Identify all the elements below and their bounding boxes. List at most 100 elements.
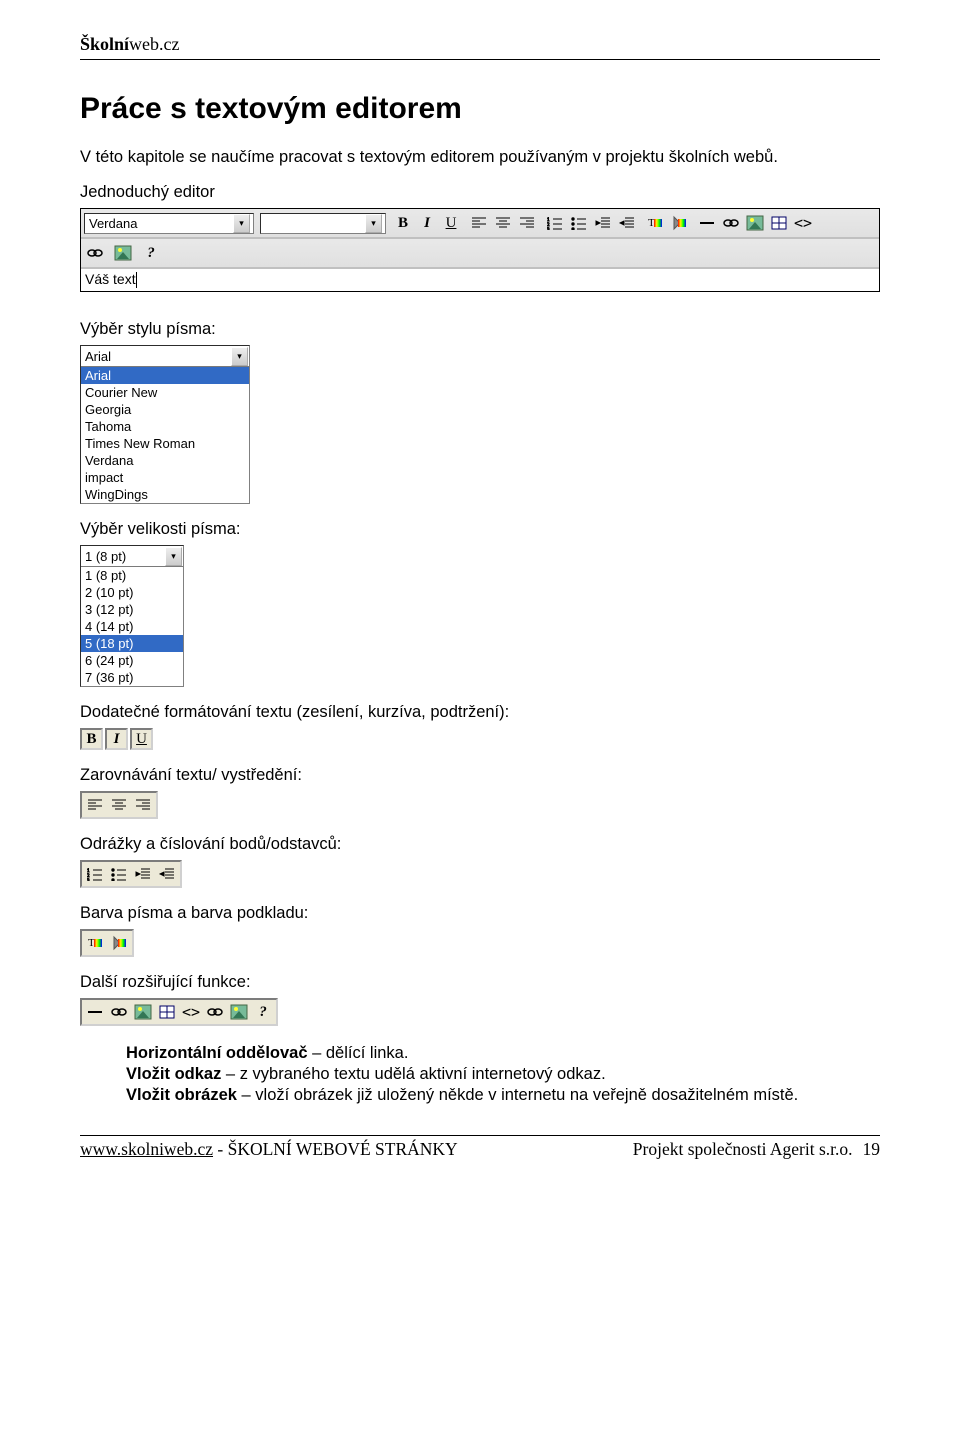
font-option[interactable]: Arial [81, 367, 249, 384]
function-row: Vložit obrázek – vloží obrázek již ulože… [126, 1086, 880, 1105]
source-icon[interactable]: <> [180, 1001, 202, 1023]
font-size-options: 1 (8 pt)2 (10 pt)3 (12 pt)4 (14 pt)5 (18… [81, 567, 183, 686]
size-option[interactable]: 7 (36 pt) [81, 669, 183, 686]
section-simple-editor: Jednoduchý editor [80, 183, 880, 202]
outdent-icon[interactable] [592, 212, 614, 234]
font-size-dropdown-open[interactable]: 1 (8 pt) ▾ 1 (8 pt)2 (10 pt)3 (12 pt)4 (… [80, 545, 184, 687]
svg-text:3: 3 [547, 228, 550, 230]
font-option[interactable]: Tahoma [81, 418, 249, 435]
italic-button[interactable]: I [105, 728, 128, 750]
link-icon[interactable] [108, 1001, 130, 1023]
font-size-select[interactable]: ▾ [260, 213, 386, 234]
align-center-icon[interactable] [108, 794, 130, 816]
table-icon[interactable] [768, 212, 790, 234]
font-color-icon[interactable]: T [84, 932, 106, 954]
underline-button[interactable]: U [440, 212, 462, 234]
bg-color-icon[interactable] [108, 932, 130, 954]
chevron-down-icon[interactable]: ▾ [233, 214, 250, 233]
image-icon[interactable] [744, 212, 766, 234]
align-center-icon[interactable] [492, 212, 514, 234]
underline-button[interactable]: U [130, 728, 153, 750]
image-icon[interactable] [132, 1001, 154, 1023]
text-caret [136, 272, 137, 288]
ordered-list-icon[interactable]: 123 [544, 212, 566, 234]
font-option[interactable]: impact [81, 469, 249, 486]
svg-text:T: T [648, 217, 655, 229]
align-left-icon[interactable] [84, 794, 106, 816]
align-right-icon[interactable] [516, 212, 538, 234]
size-option[interactable]: 2 (10 pt) [81, 584, 183, 601]
size-option[interactable]: 3 (12 pt) [81, 601, 183, 618]
bold-button[interactable]: B [392, 212, 414, 234]
page-number: 19 [863, 1139, 881, 1160]
font-option[interactable]: Times New Roman [81, 435, 249, 452]
image-icon[interactable] [112, 242, 134, 264]
footer-url[interactable]: www.skolniweb.cz [80, 1139, 213, 1159]
editor-toolbar: Verdana ▾ ▾ B I U 123 [80, 208, 880, 292]
footer-mid: - ŠKOLNÍ WEBOVÉ STRÁNKY [213, 1139, 458, 1159]
font-option[interactable]: Georgia [81, 401, 249, 418]
align-left-icon[interactable] [468, 212, 490, 234]
footer-right: Projekt společnosti Agerit s.r.o. [633, 1139, 853, 1160]
link-icon[interactable] [204, 1001, 226, 1023]
function-name: Vložit obrázek [126, 1086, 237, 1104]
unordered-list-icon[interactable] [108, 863, 130, 885]
function-descriptions: Horizontální oddělovač – dělící linka. Vl… [126, 1044, 880, 1105]
hr-icon[interactable] [84, 1001, 106, 1023]
function-row: Horizontální oddělovač – dělící linka. [126, 1044, 880, 1063]
font-style-dropdown-open[interactable]: Arial ▾ ArialCourier NewGeorgiaTahomaTim… [80, 345, 250, 504]
page-footer: www.skolniweb.cz - ŠKOLNÍ WEBOVÉ STRÁNKY… [80, 1139, 880, 1160]
font-option[interactable]: WingDings [81, 486, 249, 503]
size-option[interactable]: 5 (18 pt) [81, 635, 183, 652]
outdent-icon[interactable] [132, 863, 154, 885]
italic-button[interactable]: I [416, 212, 438, 234]
size-option[interactable]: 1 (8 pt) [81, 567, 183, 584]
font-style-options: ArialCourier NewGeorgiaTahomaTimes New R… [81, 367, 249, 503]
section-more: Další rozšiřující funkce: [80, 973, 880, 992]
chevron-down-icon[interactable]: ▾ [365, 214, 382, 233]
hr-icon[interactable] [696, 212, 718, 234]
section-font-size: Výběr velikosti písma: [80, 520, 880, 539]
font-option[interactable]: Verdana [81, 452, 249, 469]
table-icon[interactable] [156, 1001, 178, 1023]
section-font-style: Výběr stylu písma: [80, 320, 880, 339]
font-family-select[interactable]: Verdana ▾ [84, 213, 254, 234]
help-icon[interactable]: ? [252, 1001, 274, 1023]
image-icon[interactable] [228, 1001, 250, 1023]
source-icon[interactable]: <> [792, 212, 814, 234]
function-name: Vložit odkaz [126, 1065, 221, 1083]
toolbar-row-1: Verdana ▾ ▾ B I U 123 [81, 209, 879, 239]
section-alignment: Zarovnávání textu/ vystředění: [80, 766, 880, 785]
toolbar-row-2: ? [81, 239, 879, 269]
align-right-icon[interactable] [132, 794, 154, 816]
function-row: Vložit odkaz – z vybraného textu udělá a… [126, 1065, 880, 1084]
function-desc: – vloží obrázek již uložený někde v inte… [237, 1086, 798, 1104]
help-icon[interactable]: ? [140, 242, 162, 264]
size-option[interactable]: 4 (14 pt) [81, 618, 183, 635]
font-style-selected: Arial [81, 349, 230, 364]
indent-icon[interactable] [156, 863, 178, 885]
chevron-down-icon[interactable]: ▾ [165, 547, 182, 566]
size-option[interactable]: 6 (24 pt) [81, 652, 183, 669]
editor-text: Váš text [85, 271, 136, 287]
function-desc: – z vybraného textu udělá aktivní intern… [221, 1065, 605, 1083]
unordered-list-icon[interactable] [568, 212, 590, 234]
intro-paragraph: V této kapitole se naučíme pracovat s te… [80, 148, 880, 167]
editor-textarea[interactable]: Váš text [81, 269, 879, 291]
footer-divider [80, 1135, 880, 1136]
link-icon[interactable] [84, 242, 106, 264]
header-divider [80, 59, 880, 60]
brand-bold: Školní [80, 34, 129, 54]
chevron-down-icon[interactable]: ▾ [231, 347, 248, 366]
bold-button[interactable]: B [80, 728, 103, 750]
svg-text:T: T [88, 937, 95, 949]
font-option[interactable]: Courier New [81, 384, 249, 401]
ordered-list-icon[interactable]: 123 [84, 863, 106, 885]
font-family-value: Verdana [85, 216, 233, 231]
link-icon[interactable] [720, 212, 742, 234]
page-header: Školníweb.cz [80, 34, 880, 59]
bg-color-icon[interactable] [668, 212, 690, 234]
function-name: Horizontální oddělovač [126, 1044, 308, 1062]
indent-icon[interactable] [616, 212, 638, 234]
font-color-icon[interactable]: T [644, 212, 666, 234]
